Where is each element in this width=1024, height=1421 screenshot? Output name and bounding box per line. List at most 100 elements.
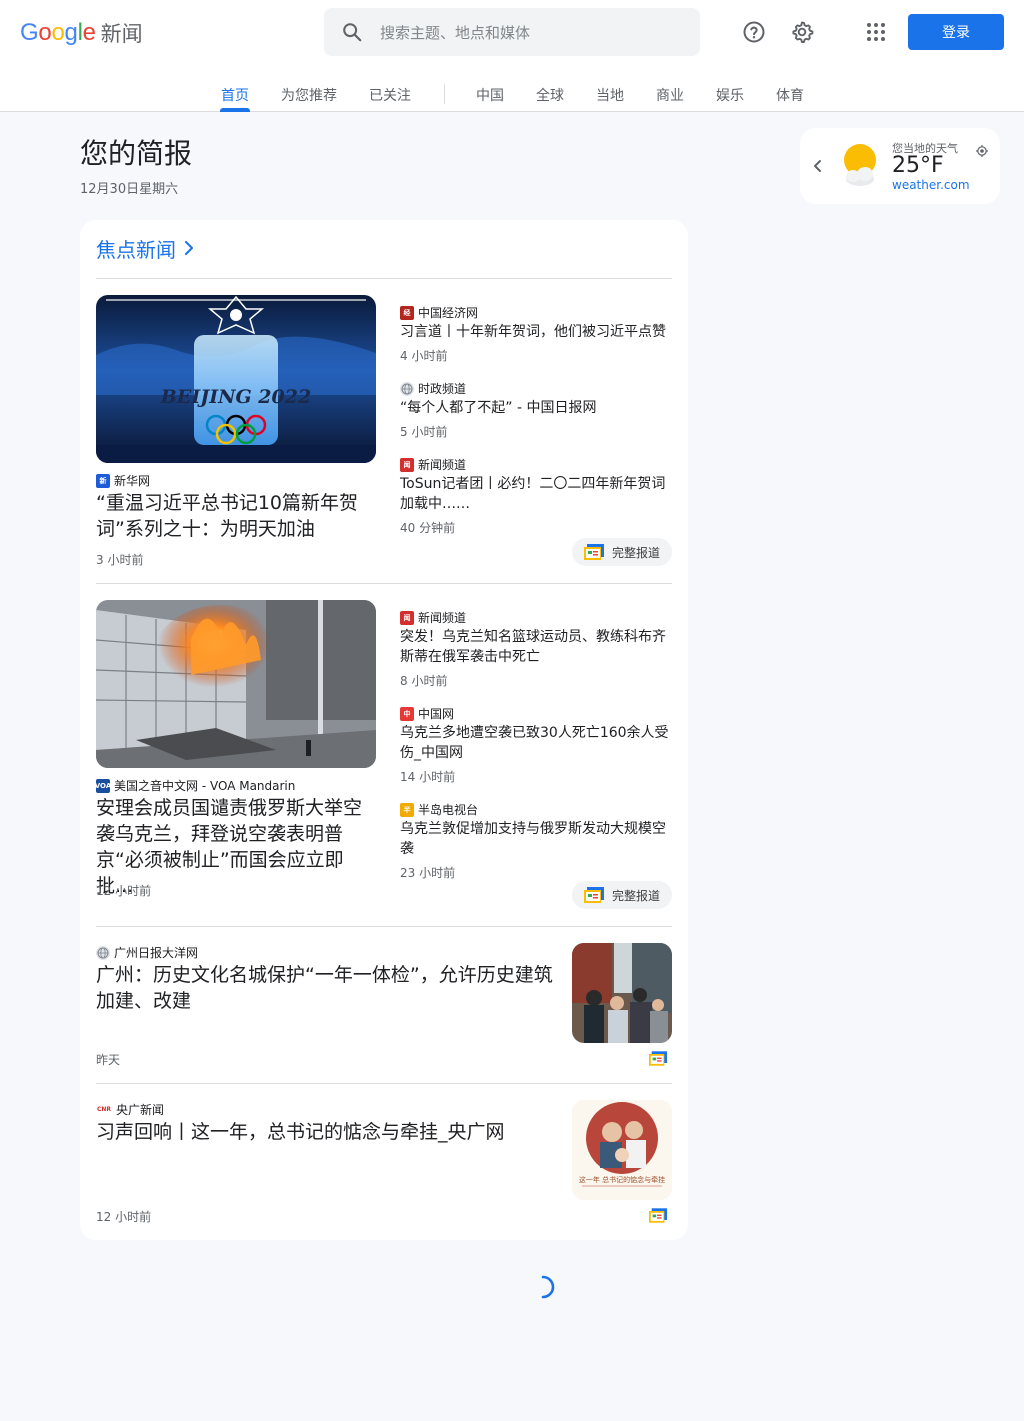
story-headline[interactable]: 突发！乌克兰知名篮球运动员、教练科布齐斯蒂在俄军袭击中死亡 xyxy=(400,627,672,667)
story-source-name: 央广新闻 xyxy=(116,1103,165,1117)
tab-business[interactable]: 商业 xyxy=(655,76,685,112)
story-headline[interactable]: 习言道丨十年新年贺词，他们被习近平点赞 xyxy=(400,322,672,342)
chevron-left-icon[interactable] xyxy=(810,154,826,182)
story-source-name: 新闻频道 xyxy=(418,611,467,625)
ce-cn-logo-icon: 经 xyxy=(400,305,414,320)
story-headline[interactable]: “每个人都了不起” - 中国日报网 xyxy=(400,398,672,418)
apps-grid-icon[interactable] xyxy=(860,16,892,48)
search-icon[interactable] xyxy=(324,21,380,43)
tab-local[interactable]: 当地 xyxy=(595,76,625,112)
story-source: 新 新华网 xyxy=(96,472,150,489)
full-coverage-icon xyxy=(584,544,604,560)
story-source-name: 半岛电视台 xyxy=(418,803,479,817)
story-headline[interactable]: 习声回响丨这一年，总书记的惦念与牵挂_央广网 xyxy=(96,1119,558,1145)
story-timestamp: 3 小时前 xyxy=(96,553,144,567)
top-stories-heading-label: 焦点新闻 xyxy=(96,237,176,262)
xinhua-logo-icon: 新 xyxy=(96,473,110,488)
story-headline[interactable]: 乌克兰敦促增加支持与俄罗斯发动大规模空袭 xyxy=(400,819,672,859)
story-timestamp: 12 小时前 xyxy=(96,884,152,898)
story-source-name: 新华网 xyxy=(114,474,151,488)
login-button[interactable]: 登录 xyxy=(908,14,1004,50)
search-input[interactable]: 搜索主题、地点和媒体 xyxy=(380,22,530,43)
google-wordmark: Google xyxy=(20,19,96,46)
story-source: 闻 新闻频道 xyxy=(400,609,466,626)
chevron-right-icon xyxy=(185,241,193,255)
help-icon[interactable] xyxy=(738,16,770,48)
tab-divider xyxy=(444,84,445,104)
tab-following[interactable]: 已关注 xyxy=(368,76,412,112)
voa-logo-icon: VOA xyxy=(95,778,111,793)
story-source: 闻 新闻频道 xyxy=(400,456,466,473)
story-source: 半 半岛电视台 xyxy=(400,801,478,818)
full-coverage-label: 完整报道 xyxy=(612,545,661,560)
story-timestamp: 8 小时前 xyxy=(400,674,448,688)
story-source-name: 中国网 xyxy=(418,707,455,721)
top-stories-card: 焦点新闻 BEIJING 2022 新 新华网 “重温习近平总书记10篇新年贺词… xyxy=(80,220,688,1240)
story-headline[interactable]: “重温习近平总书记10篇新年贺词”系列之十：为明天加油 xyxy=(96,490,376,542)
briefing-date: 12月30日星期六 xyxy=(80,182,179,197)
story-source: 中 中国网 xyxy=(400,705,454,722)
story-source-name: 中国经济网 xyxy=(418,306,479,320)
story-timestamp: 23 小时前 xyxy=(400,866,456,880)
china-org-logo-icon: 中 xyxy=(400,706,414,721)
tab-world[interactable]: 全球 xyxy=(535,76,565,112)
weather-source-link[interactable]: weather.com xyxy=(892,178,970,192)
story-timestamp: 14 小时前 xyxy=(400,770,456,784)
story-source: VOA 美国之音中文网 - VOA Mandarin xyxy=(95,777,296,794)
divider xyxy=(96,1083,672,1084)
story-source: 经 中国经济网 xyxy=(400,304,478,321)
tab-home[interactable]: 首页 xyxy=(220,76,250,112)
story-timestamp: 12 小时前 xyxy=(96,1210,152,1224)
location-icon[interactable] xyxy=(976,142,988,161)
top-app-bar: Google 新闻 搜索主题、地点和媒体 登录 首页 为您推荐 已关注 中国 全… xyxy=(0,0,1024,112)
loading-spinner-icon xyxy=(541,1275,555,1299)
weather-card[interactable]: 您当地的天气 25°F weather.com xyxy=(800,128,1000,204)
story-source-name: 广州日报大洋网 xyxy=(114,946,199,960)
svg-text:BEIJING 2022: BEIJING 2022 xyxy=(160,386,311,408)
story-headline[interactable]: ToSun记者团丨必约！二〇二四年新年贺词加载中…… xyxy=(400,474,672,514)
story-source-name: 时政频道 xyxy=(418,382,467,396)
divider xyxy=(96,583,672,584)
story-source: CNR 央广新闻 xyxy=(96,1101,164,1118)
full-coverage-icon[interactable] xyxy=(649,1208,667,1223)
full-coverage-icon xyxy=(584,887,604,903)
globe-icon xyxy=(400,381,414,396)
full-coverage-icon[interactable] xyxy=(649,1051,667,1066)
tab-sports[interactable]: 体育 xyxy=(775,76,805,112)
story-source: 广州日报大洋网 xyxy=(96,944,198,961)
story-image-kyiv-fire[interactable] xyxy=(96,600,376,768)
story-timestamp: 5 小时前 xyxy=(400,425,448,439)
story-source-name: 新闻频道 xyxy=(418,458,467,472)
story-source: 时政频道 xyxy=(400,380,466,397)
tab-entertainment[interactable]: 娱乐 xyxy=(715,76,745,112)
google-news-logo[interactable]: Google 新闻 xyxy=(20,17,143,49)
story-source-name: 美国之音中文网 - VOA Mandarin xyxy=(114,779,296,793)
tab-for-you[interactable]: 为您推荐 xyxy=(280,76,338,112)
story-image-beijing-2022[interactable]: BEIJING 2022 xyxy=(96,295,376,463)
weather-temperature: 25°F xyxy=(892,153,944,178)
story-image-guangzhou[interactable] xyxy=(572,943,672,1043)
al-jazeera-logo-icon: 半 xyxy=(400,802,414,817)
news-channel-logo-icon: 闻 xyxy=(400,457,414,472)
search-box[interactable]: 搜索主题、地点和媒体 xyxy=(324,8,700,56)
divider xyxy=(96,278,672,279)
story-image-cnr[interactable] xyxy=(572,1100,672,1200)
news-channel-logo-icon: 闻 xyxy=(400,610,414,625)
tab-china[interactable]: 中国 xyxy=(475,76,505,112)
partly-sunny-icon xyxy=(840,142,880,190)
top-stories-heading[interactable]: 焦点新闻 xyxy=(96,234,196,262)
full-coverage-button[interactable]: 完整报道 xyxy=(572,538,673,566)
story-timestamp: 40 分钟前 xyxy=(400,521,456,535)
page-title: 您的简报 xyxy=(80,137,193,170)
full-coverage-label: 完整报道 xyxy=(612,888,661,903)
divider xyxy=(96,926,672,927)
story-headline[interactable]: 乌克兰多地遭空袭已致30人死亡160余人受伤_中国网 xyxy=(400,723,672,763)
story-headline[interactable]: 广州：历史文化名城保护“一年一体检”，允许历史建筑加建、改建 xyxy=(96,962,558,1014)
full-coverage-button[interactable]: 完整报道 xyxy=(572,881,673,909)
cnr-logo-icon: CNR xyxy=(96,1102,112,1117)
story-timestamp: 昨天 xyxy=(96,1053,121,1067)
story-timestamp: 4 小时前 xyxy=(400,349,448,363)
section-tabs: 首页 为您推荐 已关注 中国 全球 当地 商业 娱乐 体育 xyxy=(0,76,1024,112)
settings-gear-icon[interactable] xyxy=(786,16,818,48)
globe-icon xyxy=(96,945,110,960)
